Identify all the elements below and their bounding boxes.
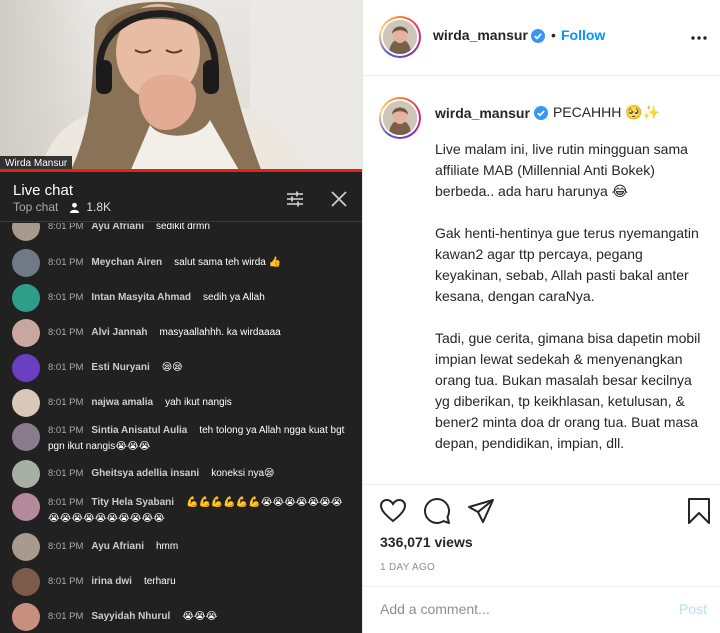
view-count[interactable]: 336,071 views [380, 534, 473, 550]
chat-time: 8:01 PM [48, 397, 84, 408]
caption-lead: PECAHHH 🥺✨ [552, 104, 661, 120]
chat-time: 8:01 PM [48, 223, 84, 232]
chat-avatar [12, 423, 40, 451]
chat-avatar [12, 249, 40, 277]
chat-avatar [12, 319, 40, 347]
chat-text: 😭😭😭 [182, 611, 218, 622]
chat-author[interactable]: Meychan Airen [91, 257, 162, 268]
chat-author[interactable]: najwa amalia [91, 397, 153, 408]
chat-avatar [12, 389, 40, 417]
chat-author[interactable]: Intan Masyita Ahmad [91, 292, 191, 303]
post-caption: wirda_mansur PECAHHH 🥺✨ Live malam ini, … [363, 77, 720, 483]
chat-avatar [12, 533, 40, 561]
close-icon[interactable] [328, 188, 350, 210]
comment-icon[interactable] [423, 497, 451, 525]
chat-text: masyaallahhh. ka wirdaaaa [159, 327, 281, 338]
follow-button[interactable]: Follow [561, 27, 605, 43]
chat-text: koneksi nya😪 [211, 468, 275, 479]
chat-author[interactable]: Ayu Afriani [91, 223, 144, 232]
post-date[interactable]: 1 DAY AGO [380, 562, 435, 573]
chat-time: 8:01 PM [48, 327, 84, 338]
chat-text: hmm [156, 541, 179, 552]
chat-author[interactable]: Tity Hela Syabani [91, 497, 174, 508]
caption-username[interactable]: wirda_mansur [435, 105, 530, 121]
post-username[interactable]: wirda_mansur [433, 27, 528, 43]
post-actions: 336,071 views 1 DAY AGO Post [363, 484, 720, 633]
chat-time: 8:01 PM [48, 541, 84, 552]
live-chat-header: Live chat Top chat 1.8K [0, 172, 362, 222]
chat-author[interactable]: Ayu Afriani [91, 541, 144, 552]
chat-avatar [12, 354, 40, 382]
chat-author[interactable]: Sintia Anisatul Aulia [91, 425, 187, 436]
chat-author[interactable]: Gheitsya adellia insani [91, 468, 199, 479]
caption-body: Live malam ini, live rutin mingguan sama… [435, 139, 710, 475]
post-comment-button[interactable]: Post [679, 601, 707, 617]
chat-time: 8:01 PM [48, 611, 84, 622]
chat-text: 😪😪 [161, 362, 183, 373]
viewer-count: 1.8K [69, 200, 111, 214]
chat-author[interactable]: Sayyidah Nhurul [91, 611, 170, 622]
video-player[interactable]: Wirda Mansur [0, 0, 362, 172]
verified-badge-icon [531, 29, 545, 43]
share-icon[interactable] [467, 497, 495, 525]
chat-author[interactable]: Esti Nuryani [91, 362, 149, 373]
chat-time: 8:01 PM [48, 292, 84, 303]
instagram-post-panel: wirda_mansur • Follow wirda_mansur PECAH… [362, 0, 720, 633]
chat-text: sedikit drmn [156, 223, 210, 232]
chat-time: 8:01 PM [48, 257, 84, 268]
video-frame-person [40, 0, 362, 172]
chat-avatar [12, 460, 40, 488]
heart-icon[interactable] [379, 497, 407, 525]
viewer-count-value: 1.8K [86, 200, 112, 214]
post-header: wirda_mansur • Follow [363, 0, 720, 76]
sliders-icon[interactable] [284, 188, 306, 210]
chat-time: 8:01 PM [48, 468, 84, 479]
chat-text: salut sama teh wirda 👍 [174, 257, 282, 268]
chat-avatar [12, 493, 40, 521]
chat-time: 8:01 PM [48, 425, 84, 436]
caption-avatar[interactable] [379, 97, 421, 139]
chat-avatar [12, 284, 40, 312]
chat-avatar [12, 603, 40, 631]
chat-text: yah ikut nangis [165, 397, 232, 408]
profile-avatar[interactable] [379, 16, 421, 58]
chat-text: terharu [143, 576, 176, 587]
chat-time: 8:01 PM [48, 362, 84, 373]
more-options-icon[interactable] [689, 28, 709, 48]
chat-time: 8:01 PM [48, 497, 84, 508]
chat-text: sedih ya Allah [203, 292, 265, 303]
chat-author[interactable]: irina dwi [91, 576, 132, 587]
comment-bar: Post [363, 586, 720, 633]
chat-message-list[interactable]: 8:01 PM Ayu Afriani sedikit drmn 8:01 PM Me… [0, 223, 362, 633]
person-icon [70, 202, 80, 213]
caption-paragraph: Live malam ini, live rutin mingguan sama… [435, 141, 688, 199]
chat-avatar [12, 223, 40, 241]
live-chat-mode[interactable]: Top chat 1.8K [13, 200, 111, 214]
live-stream-panel: Wirda Mansur Live chat Top chat 1.8K 8:0… [0, 0, 362, 633]
comment-input[interactable] [380, 601, 640, 617]
chat-avatar [12, 568, 40, 596]
chat-mode-label[interactable]: Top chat [13, 200, 58, 214]
follow-separator: • [551, 27, 556, 43]
caption-paragraph: Gak henti-hentinya gue terus nyemangatin… [435, 225, 699, 304]
chat-author[interactable]: Alvi Jannah [91, 327, 147, 338]
live-chat-title: Live chat [13, 182, 74, 199]
avatar-photo [383, 101, 417, 135]
caption-paragraph: Tadi, gue cerita, gimana bisa dapetin mo… [435, 330, 701, 451]
avatar-photo [383, 20, 417, 54]
caption-headline: wirda_mansur PECAHHH 🥺✨ [435, 104, 660, 121]
bookmark-icon[interactable] [685, 497, 713, 525]
verified-badge-icon [533, 105, 548, 120]
chat-time: 8:01 PM [48, 576, 84, 587]
